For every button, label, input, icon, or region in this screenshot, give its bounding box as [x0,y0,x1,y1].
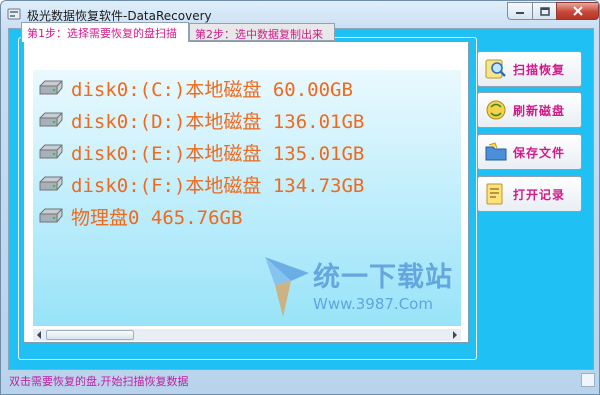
disk-label: disk0:(E:)本地磁盘 135.01GB [71,142,365,165]
hard-disk-icon [39,112,63,127]
maximize-icon [539,6,550,16]
save-folder-icon [485,142,507,161]
scan-magnifier-icon [485,59,506,79]
open-log-button[interactable]: 打开记录 [477,176,582,212]
hard-disk-icon [39,144,63,159]
scroll-right-button[interactable] [449,329,461,341]
status-bar: 双击需要恢复的盘,开始扫描恢复数据 [1,370,599,390]
open-log-icon [486,183,503,205]
open-log-label: 打开记录 [513,187,566,202]
disk-label: disk0:(D:)本地磁盘 136.01GB [71,110,365,133]
watermark-name: 统一下载站 [313,262,453,293]
maximize-button[interactable] [532,2,557,20]
app-window: 极光数据恢复软件-DataRecovery 第1步：选择需要恢复的盘扫描 第2步… [0,0,600,395]
close-button[interactable] [556,2,599,20]
refresh-disk-button[interactable]: 刷新磁盘 [477,92,582,128]
disk-label: disk0:(F:)本地磁盘 134.73GB [71,174,365,197]
minimize-icon [516,12,524,14]
close-icon [572,6,583,16]
scroll-thumb[interactable] [46,330,134,340]
disk-label: 物理盘0 465.76GB [71,206,243,229]
disk-label: disk0:(C:)本地磁盘 60.00GB [71,78,353,101]
scan-recover-button[interactable]: 扫描恢复 [477,51,582,87]
save-file-label: 保存文件 [513,145,566,160]
disk-item[interactable]: disk0:(E:)本地磁盘 135.01GB [37,136,364,168]
disk-item[interactable]: disk0:(D:)本地磁盘 136.01GB [37,104,364,136]
disk-item[interactable]: disk0:(C:)本地磁盘 60.00GB [37,72,353,104]
hard-disk-icon [39,80,63,95]
arrow-left-icon [37,331,41,339]
physical-disk-item[interactable]: 物理盘0 465.76GB [37,200,242,232]
minimize-button[interactable] [507,2,533,20]
refresh-disk-label: 刷新磁盘 [513,103,566,118]
app-icon [7,8,21,20]
hard-disk-icon [39,208,63,223]
resize-grip[interactable] [581,373,595,387]
scroll-left-button[interactable] [33,329,45,341]
watermark-logo-icon [265,257,309,317]
save-file-button[interactable]: 保存文件 [477,134,582,170]
horizontal-scrollbar[interactable] [33,329,461,341]
disk-item[interactable]: disk0:(F:)本地磁盘 134.73GB [37,168,364,200]
refresh-globe-icon [486,100,506,120]
arrow-right-icon [453,331,457,339]
hard-disk-icon [39,176,63,191]
watermark: 统一下载站 Www.3987.Com [261,251,461,326]
watermark-url: Www.3987.Com [313,295,433,313]
tab-step1[interactable]: 第1步：选择需要恢复的盘扫描 [21,22,189,42]
scan-recover-label: 扫描恢复 [513,62,566,77]
status-text: 双击需要恢复的盘,开始扫描恢复数据 [9,375,189,388]
tab-step2[interactable]: 第2步：选中数据复制出来 [189,23,335,41]
